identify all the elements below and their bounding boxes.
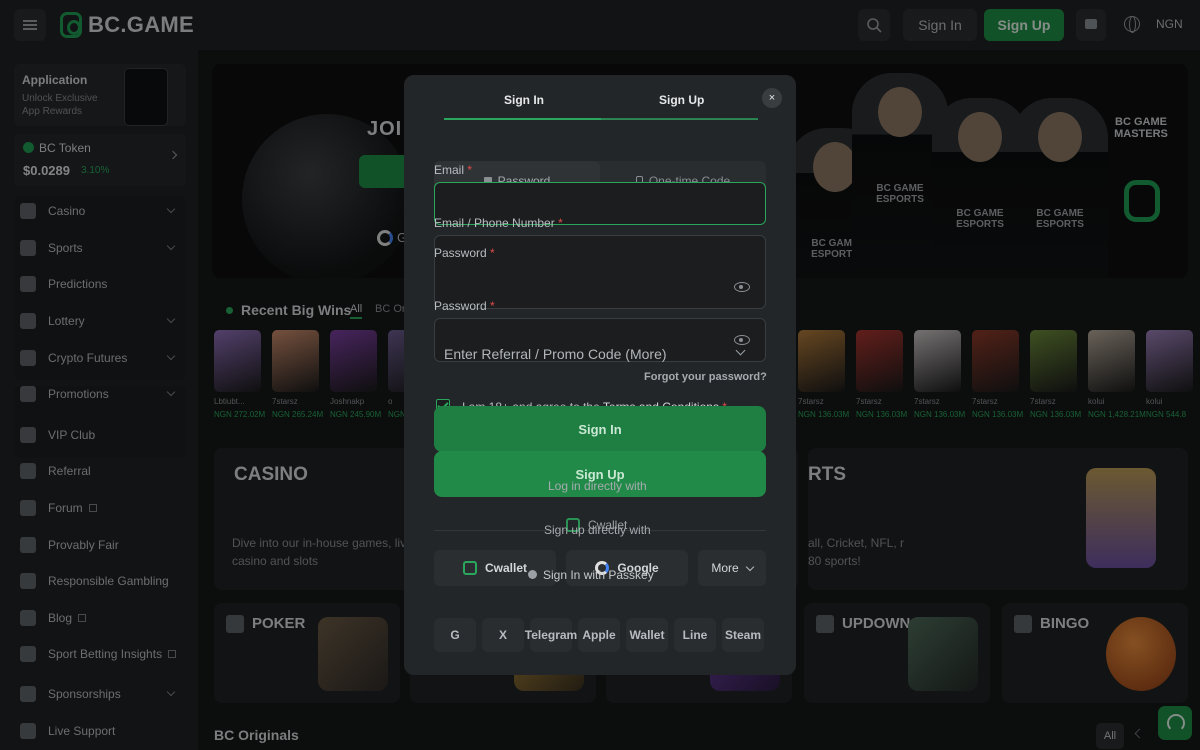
tab-signup[interactable]: Sign Up xyxy=(659,93,704,107)
tab-signin[interactable]: Sign In xyxy=(504,93,544,107)
social-steam-icon[interactable]: Steam xyxy=(722,618,764,652)
forgot-password-link[interactable]: Forgot your password? xyxy=(644,371,767,383)
passkey-signin[interactable]: Sign In with Passkey xyxy=(528,568,654,582)
chevron-down-icon xyxy=(745,562,754,571)
password-label: Password * xyxy=(434,246,495,260)
login-direct-text: Log in directly with xyxy=(548,479,647,493)
auth-modal: Sign In Sign Up × Password One-time Code… xyxy=(404,75,796,675)
email-label: Email * xyxy=(434,163,473,177)
close-icon[interactable]: × xyxy=(762,88,782,108)
social-telegram-icon[interactable]: Telegram xyxy=(525,618,577,652)
social-line-icon[interactable]: Line xyxy=(674,618,716,652)
email-phone-label: Email / Phone Number * xyxy=(434,216,563,230)
social-g-icon[interactable]: G xyxy=(434,618,476,652)
social-wallet-icon[interactable]: Wallet xyxy=(626,618,668,652)
social-x-icon[interactable]: X xyxy=(482,618,524,652)
referral-placeholder[interactable]: Enter Referral / Promo Code (More) xyxy=(444,346,667,362)
signup-direct-text: Sign up directly with xyxy=(544,523,651,537)
cwallet-icon xyxy=(462,561,477,575)
eye-icon[interactable] xyxy=(734,335,750,345)
tab-indicator xyxy=(601,118,758,120)
signin-submit-button[interactable]: Sign In xyxy=(434,406,766,452)
user-icon xyxy=(528,570,537,579)
tab-indicator xyxy=(444,118,601,120)
password-label: Password * xyxy=(434,299,495,313)
eye-icon[interactable] xyxy=(734,282,750,292)
more-button[interactable]: More xyxy=(698,550,766,586)
social-apple-icon[interactable]: Apple xyxy=(578,618,620,652)
